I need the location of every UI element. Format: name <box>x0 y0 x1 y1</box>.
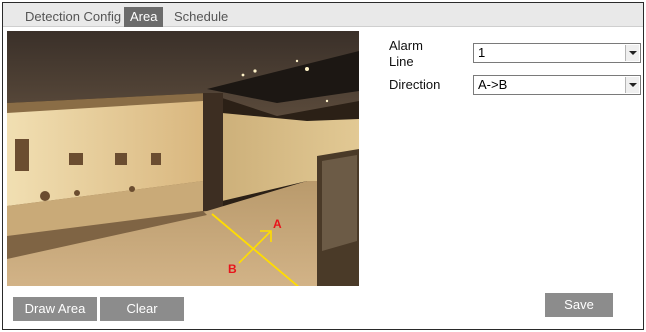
camera-scene: A B <box>7 31 359 286</box>
direction-label-a: A <box>273 217 282 231</box>
direction-label-b: B <box>228 262 237 276</box>
draw-area-button[interactable]: Draw Area <box>13 297 97 321</box>
clear-button[interactable]: Clear <box>100 297 184 321</box>
direction-value: A->B <box>478 77 508 92</box>
tab-detection-config[interactable]: Detection Config <box>19 7 127 27</box>
camera-preview[interactable]: A B <box>7 31 359 286</box>
tab-area[interactable]: Area <box>124 7 164 27</box>
area-config-panel: Detection Config Area Schedule A B Alarm… <box>2 2 644 330</box>
tab-bar: Detection Config Area Schedule <box>3 3 643 27</box>
dropdown-arrow-icon[interactable] <box>625 45 639 61</box>
alarm-line-value: 1 <box>478 45 486 60</box>
direction-select[interactable]: A->B <box>473 75 641 95</box>
tab-schedule[interactable]: Schedule <box>168 7 234 27</box>
alarm-line-label: Alarm Line <box>389 38 423 69</box>
dropdown-arrow-icon[interactable] <box>625 77 639 93</box>
save-button[interactable]: Save <box>545 293 613 317</box>
alarm-line-select[interactable]: 1 <box>473 43 641 63</box>
direction-label: Direction <box>389 77 441 92</box>
